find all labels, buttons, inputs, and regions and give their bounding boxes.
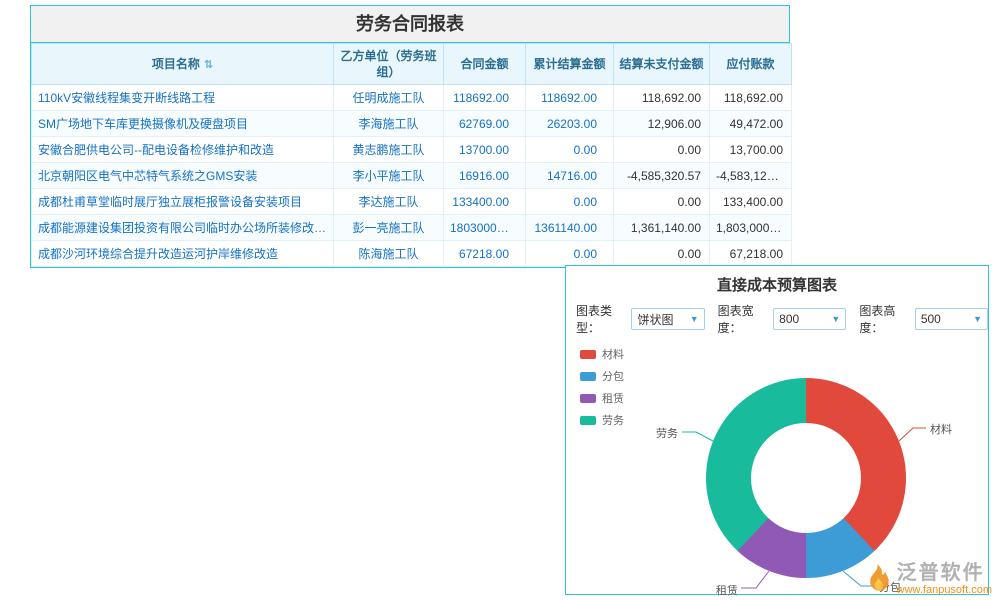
- unit-link[interactable]: 黄志鹏施工队: [334, 137, 444, 163]
- unit-link[interactable]: 李海施工队: [334, 111, 444, 137]
- table-row: 安徽合肥供电公司--配电设备检修维护和改造 黄志鹏施工队 13700.00 0.…: [32, 137, 792, 163]
- vendor-watermark: 泛普软件 www.fanpusoft.com: [862, 562, 992, 596]
- project-name-link[interactable]: SM广场地下车库更换摄像机及硬盘项目: [32, 111, 334, 137]
- chart-type-control: 图表类型： 饼状图 ▼: [576, 302, 705, 336]
- col-header-contract-amount: 合同金额: [444, 44, 526, 85]
- chart-controls: 图表类型： 饼状图 ▼ 图表宽度： 800 ▼ 图表高度： 500 ▼: [566, 300, 988, 340]
- legend-item-labor[interactable]: 劳务: [580, 412, 624, 428]
- payable-amount: 67,218.00: [710, 241, 792, 267]
- unpaid-amount: -4,585,320.57: [614, 163, 710, 189]
- project-name-link[interactable]: 北京朝阳区电气中芯特气系统之GMS安装: [32, 163, 334, 189]
- chevron-down-icon: ▼: [973, 314, 982, 324]
- table-row: 北京朝阳区电气中芯特气系统之GMS安装 李小平施工队 16916.00 1471…: [32, 163, 792, 189]
- legend-swatch: [580, 350, 596, 359]
- contract-amount[interactable]: 118692.00: [444, 85, 526, 111]
- unpaid-amount: 0.00: [614, 241, 710, 267]
- chart-height-select[interactable]: 500 ▼: [915, 308, 988, 330]
- donut-chart[interactable]: [706, 378, 906, 578]
- unpaid-amount: 118,692.00: [614, 85, 710, 111]
- table-row: 110kV安徽线程集变开断线路工程 任明成施工队 118692.00 11869…: [32, 85, 792, 111]
- project-name-link[interactable]: 成都沙河环境综合提升改造运河护岸维修改造: [32, 241, 334, 267]
- chart-legend: 材料 分包 租赁 劳务: [580, 346, 624, 434]
- unit-link[interactable]: 李小平施工队: [334, 163, 444, 189]
- unit-link[interactable]: 任明成施工队: [334, 85, 444, 111]
- payable-amount: 13,700.00: [710, 137, 792, 163]
- contract-amount[interactable]: 1803000.00: [444, 215, 526, 241]
- chart-title: 直接成本预算图表: [566, 266, 988, 300]
- project-name-link[interactable]: 成都杜甫草堂临时展厅独立展柜报警设备安装项目: [32, 189, 334, 215]
- chevron-down-icon: ▼: [831, 314, 840, 324]
- col-header-payable: 应付账款: [710, 44, 792, 85]
- unpaid-amount: 0.00: [614, 137, 710, 163]
- donut-hole: [751, 423, 861, 533]
- project-name-link[interactable]: 成都能源建设集团投资有限公司临时办公场所装修改造工程EPC: [32, 215, 334, 241]
- unpaid-amount: 12,906.00: [614, 111, 710, 137]
- unpaid-amount: 0.00: [614, 189, 710, 215]
- settled-amount[interactable]: 118692.00: [526, 85, 614, 111]
- chart-type-label: 图表类型：: [576, 302, 628, 336]
- pie-chart-region: 材料 分包 租赁 劳务 材料 分包 租赁: [566, 340, 988, 600]
- settled-amount[interactable]: 14716.00: [526, 163, 614, 189]
- settled-amount[interactable]: 26203.00: [526, 111, 614, 137]
- pie-label-labor: 劳务: [640, 425, 678, 441]
- contract-amount[interactable]: 13700.00: [444, 137, 526, 163]
- contract-amount[interactable]: 62769.00: [444, 111, 526, 137]
- table-row: 成都杜甫草堂临时展厅独立展柜报警设备安装项目 李达施工队 133400.00 0…: [32, 189, 792, 215]
- unit-link[interactable]: 彭一亮施工队: [334, 215, 444, 241]
- contract-amount[interactable]: 133400.00: [444, 189, 526, 215]
- pie-label-material: 材料: [930, 421, 952, 437]
- table-row: SM广场地下车库更换摄像机及硬盘项目 李海施工队 62769.00 26203.…: [32, 111, 792, 137]
- chart-type-select[interactable]: 饼状图 ▼: [631, 308, 704, 330]
- settled-amount[interactable]: 0.00: [526, 189, 614, 215]
- direct-cost-budget-chart-panel: 直接成本预算图表 图表类型： 饼状图 ▼ 图表宽度： 800 ▼ 图表高度： 5…: [565, 265, 989, 595]
- chart-height-label: 图表高度：: [859, 302, 911, 336]
- payable-amount: 118,692.00: [710, 85, 792, 111]
- unpaid-amount: 1,361,140.00: [614, 215, 710, 241]
- col-header-unit: 乙方单位（劳务班组）: [334, 44, 444, 85]
- legend-item-lease[interactable]: 租赁: [580, 390, 624, 406]
- contract-amount[interactable]: 67218.00: [444, 241, 526, 267]
- unit-link[interactable]: 李达施工队: [334, 189, 444, 215]
- sort-icon[interactable]: ⇅: [204, 59, 213, 71]
- chevron-down-icon: ▼: [690, 314, 699, 324]
- project-name-link[interactable]: 110kV安徽线程集变开断线路工程: [32, 85, 334, 111]
- chart-width-select[interactable]: 800 ▼: [773, 308, 846, 330]
- settled-amount[interactable]: 0.00: [526, 241, 614, 267]
- flame-logo-icon: [862, 563, 892, 595]
- legend-item-subcontract[interactable]: 分包: [580, 368, 624, 384]
- table-row: 成都能源建设集团投资有限公司临时办公场所装修改造工程EPC 彭一亮施工队 180…: [32, 215, 792, 241]
- col-header-settled-amount: 累计结算金额: [526, 44, 614, 85]
- labor-contract-report: 劳务合同报表 项目名称⇅ 乙方单位（劳务班组） 合同金额 累计结算金额 结算未支…: [30, 5, 790, 268]
- legend-swatch: [580, 372, 596, 381]
- table-header-row: 项目名称⇅ 乙方单位（劳务班组） 合同金额 累计结算金额 结算未支付金额 应付账…: [32, 44, 792, 85]
- project-name-link[interactable]: 安徽合肥供电公司--配电设备检修维护和改造: [32, 137, 334, 163]
- payable-amount: 1,803,000.00: [710, 215, 792, 241]
- legend-swatch: [580, 416, 596, 425]
- watermark-url: www.fanpusoft.com: [897, 584, 992, 596]
- settled-amount[interactable]: 1361140.00: [526, 215, 614, 241]
- contract-amount[interactable]: 16916.00: [444, 163, 526, 189]
- payable-amount: 49,472.00: [710, 111, 792, 137]
- table-row: 成都沙河环境综合提升改造运河护岸维修改造 陈海施工队 67218.00 0.00…: [32, 241, 792, 267]
- settled-amount[interactable]: 0.00: [526, 137, 614, 163]
- chart-height-control: 图表高度： 500 ▼: [859, 302, 988, 336]
- report-title: 劳务合同报表: [31, 6, 789, 43]
- unit-link[interactable]: 陈海施工队: [334, 241, 444, 267]
- col-header-unpaid-amount: 结算未支付金额: [614, 44, 710, 85]
- legend-item-material[interactable]: 材料: [580, 346, 624, 362]
- payable-amount: -4,583,120.57: [710, 163, 792, 189]
- pie-label-lease: 租赁: [700, 582, 738, 598]
- col-header-project-name[interactable]: 项目名称⇅: [32, 44, 334, 85]
- payable-amount: 133,400.00: [710, 189, 792, 215]
- chart-width-label: 图表宽度：: [718, 302, 770, 336]
- legend-swatch: [580, 394, 596, 403]
- watermark-brand: 泛普软件: [897, 562, 992, 584]
- report-table: 项目名称⇅ 乙方单位（劳务班组） 合同金额 累计结算金额 结算未支付金额 应付账…: [31, 43, 792, 267]
- chart-width-control: 图表宽度： 800 ▼: [718, 302, 847, 336]
